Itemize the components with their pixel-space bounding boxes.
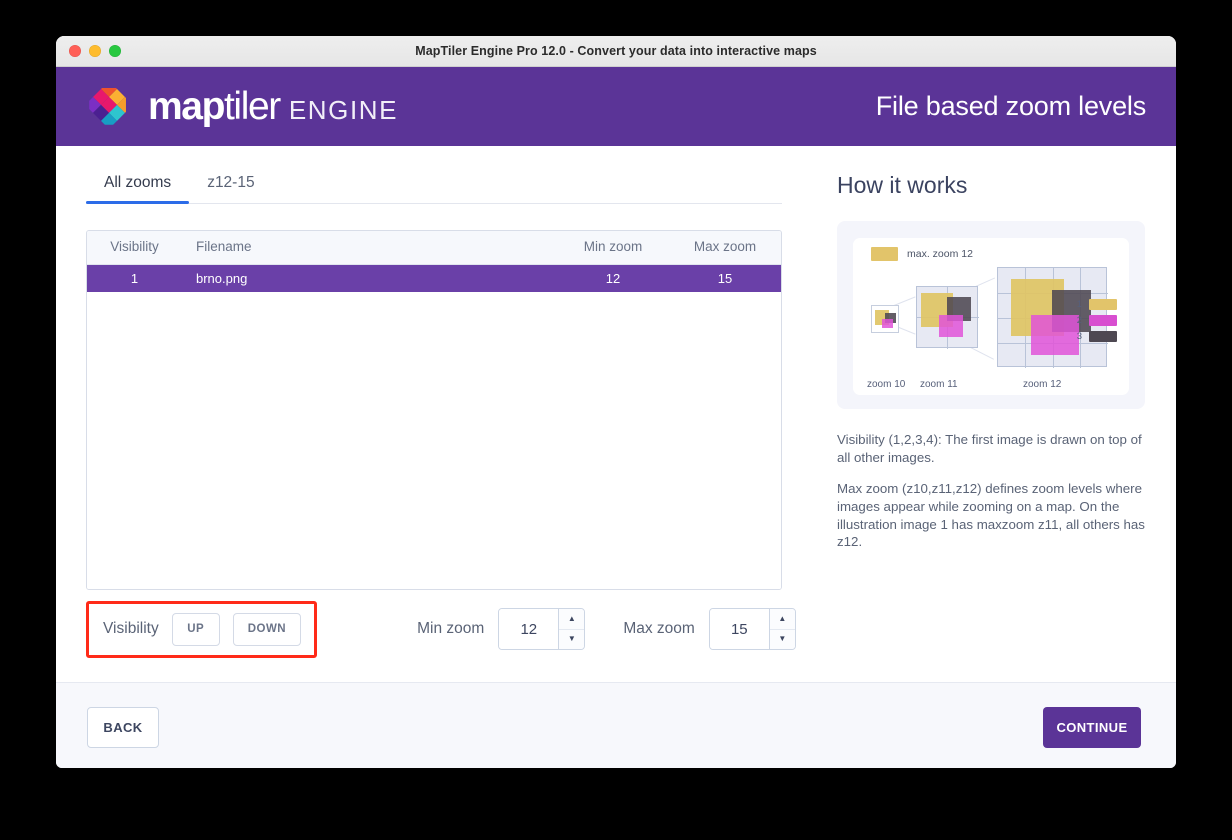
legend-swatch-1 [1089, 299, 1117, 310]
page-title: File based zoom levels [876, 91, 1146, 122]
legend-number-1: 1 [1077, 299, 1082, 310]
close-window-icon[interactable] [69, 45, 81, 57]
illustration-legend: 1 2 3 [1077, 299, 1117, 342]
column-header-max-zoom[interactable]: Max zoom [669, 231, 781, 264]
tab-z12-15[interactable]: z12-15 [189, 166, 272, 203]
min-zoom-control-group: Min zoom 12 ▲ ▼ [417, 608, 585, 650]
legend-row-1: 1 [1077, 299, 1117, 310]
maximize-window-icon[interactable] [109, 45, 121, 57]
legend-number-3: 3 [1077, 331, 1082, 342]
max-zoom-increment-icon[interactable]: ▲ [770, 609, 795, 630]
min-zoom-stepper[interactable]: 12 ▲ ▼ [498, 608, 585, 650]
window-titlebar: MapTiler Engine Pro 12.0 - Convert your … [56, 36, 1176, 67]
continue-button[interactable]: CONTINUE [1043, 707, 1141, 748]
how-it-works-title: How it works [837, 172, 1145, 199]
column-header-visibility[interactable]: Visibility [87, 231, 182, 264]
max-zoom-chip-label: max. zoom 12 [907, 248, 973, 260]
min-zoom-arrows: ▲ ▼ [558, 609, 584, 649]
minimize-window-icon[interactable] [89, 45, 101, 57]
max-zoom-label: Max zoom [623, 620, 695, 638]
app-window: MapTiler Engine Pro 12.0 - Convert your … [56, 36, 1176, 768]
how-it-works-text: Visibility (1,2,3,4): The first image is… [837, 431, 1145, 551]
table-empty-area [87, 292, 781, 590]
max-zoom-chip: max. zoom 12 [871, 247, 1119, 261]
file-table: Visibility Filename Min zoom Max zoom 1 … [86, 230, 782, 590]
main-body: All zooms z12-15 Visibility Filename Min… [56, 146, 1176, 682]
visibility-down-button[interactable]: DOWN [233, 613, 301, 646]
legend-swatch-2 [1089, 315, 1117, 326]
file-table-grid: Visibility Filename Min zoom Max zoom 1 … [87, 231, 781, 292]
traffic-lights [69, 45, 121, 57]
min-zoom-value[interactable]: 12 [499, 609, 558, 649]
legend-number-2: 2 [1077, 315, 1082, 326]
max-zoom-chip-swatch [871, 247, 898, 261]
max-zoom-arrows: ▲ ▼ [769, 609, 795, 649]
brand-engine-text: ENGINE [289, 97, 398, 123]
image2-rect-z10 [882, 319, 893, 328]
image2-rect-z11 [939, 315, 963, 337]
app-header: maptiler ENGINE File based zoom levels [56, 67, 1176, 146]
table-row[interactable]: 1 brno.png 12 15 [87, 264, 781, 292]
max-zoom-control-group: Max zoom 15 ▲ ▼ [623, 608, 796, 650]
how-it-works-paragraph-1: Visibility (1,2,3,4): The first image is… [837, 431, 1145, 466]
right-pane: How it works max. zoom 12 [810, 146, 1176, 682]
image2-rect-z12 [1031, 315, 1079, 355]
min-zoom-label: Min zoom [417, 620, 484, 638]
illustration-stage: 1 2 3 [863, 265, 1119, 377]
legend-row-2: 2 [1077, 315, 1117, 326]
cell-filename: brno.png [182, 264, 557, 292]
zoom10-grid [871, 305, 899, 333]
illustration-canvas: max. zoom 12 [853, 238, 1129, 395]
tab-bar: All zooms z12-15 [86, 166, 782, 204]
brand-wordmark: maptiler ENGINE [148, 87, 398, 126]
tab-all-zooms[interactable]: All zooms [86, 166, 189, 203]
legend-swatch-3 [1089, 331, 1117, 342]
min-zoom-decrement-icon[interactable]: ▼ [559, 630, 584, 650]
visibility-control-group: Visibility UP DOWN [86, 601, 317, 658]
min-zoom-increment-icon[interactable]: ▲ [559, 609, 584, 630]
column-header-filename[interactable]: Filename [182, 231, 557, 264]
footer-bar: BACK CONTINUE [56, 682, 1176, 768]
cell-visibility: 1 [87, 264, 182, 292]
zoom10-label: zoom 10 [867, 379, 905, 390]
max-zoom-stepper[interactable]: 15 ▲ ▼ [709, 608, 796, 650]
how-it-works-paragraph-2: Max zoom (z10,z11,z12) defines zoom leve… [837, 480, 1145, 551]
max-zoom-value[interactable]: 15 [710, 609, 769, 649]
zoom11-grid [916, 286, 978, 348]
column-header-min-zoom[interactable]: Min zoom [557, 231, 669, 264]
zoom12-label: zoom 12 [1023, 379, 1061, 390]
back-button[interactable]: BACK [87, 707, 159, 748]
legend-row-3: 3 [1077, 331, 1117, 342]
max-zoom-decrement-icon[interactable]: ▼ [770, 630, 795, 650]
cell-max-zoom: 15 [669, 264, 781, 292]
brand: maptiler ENGINE [83, 79, 398, 135]
visibility-up-button[interactable]: UP [172, 613, 220, 646]
brand-map-text: maptiler [148, 87, 280, 126]
visibility-label: Visibility [103, 620, 159, 638]
table-header-row: Visibility Filename Min zoom Max zoom [87, 231, 781, 264]
cell-min-zoom: 12 [557, 264, 669, 292]
zoom11-label: zoom 11 [920, 379, 958, 390]
how-it-works-illustration-card: max. zoom 12 [837, 221, 1145, 409]
maptiler-logo-icon [83, 79, 135, 135]
controls-row: Visibility UP DOWN Min zoom 12 ▲ ▼ [86, 604, 782, 654]
window-title: MapTiler Engine Pro 12.0 - Convert your … [56, 44, 1176, 58]
left-pane: All zooms z12-15 Visibility Filename Min… [56, 146, 810, 682]
